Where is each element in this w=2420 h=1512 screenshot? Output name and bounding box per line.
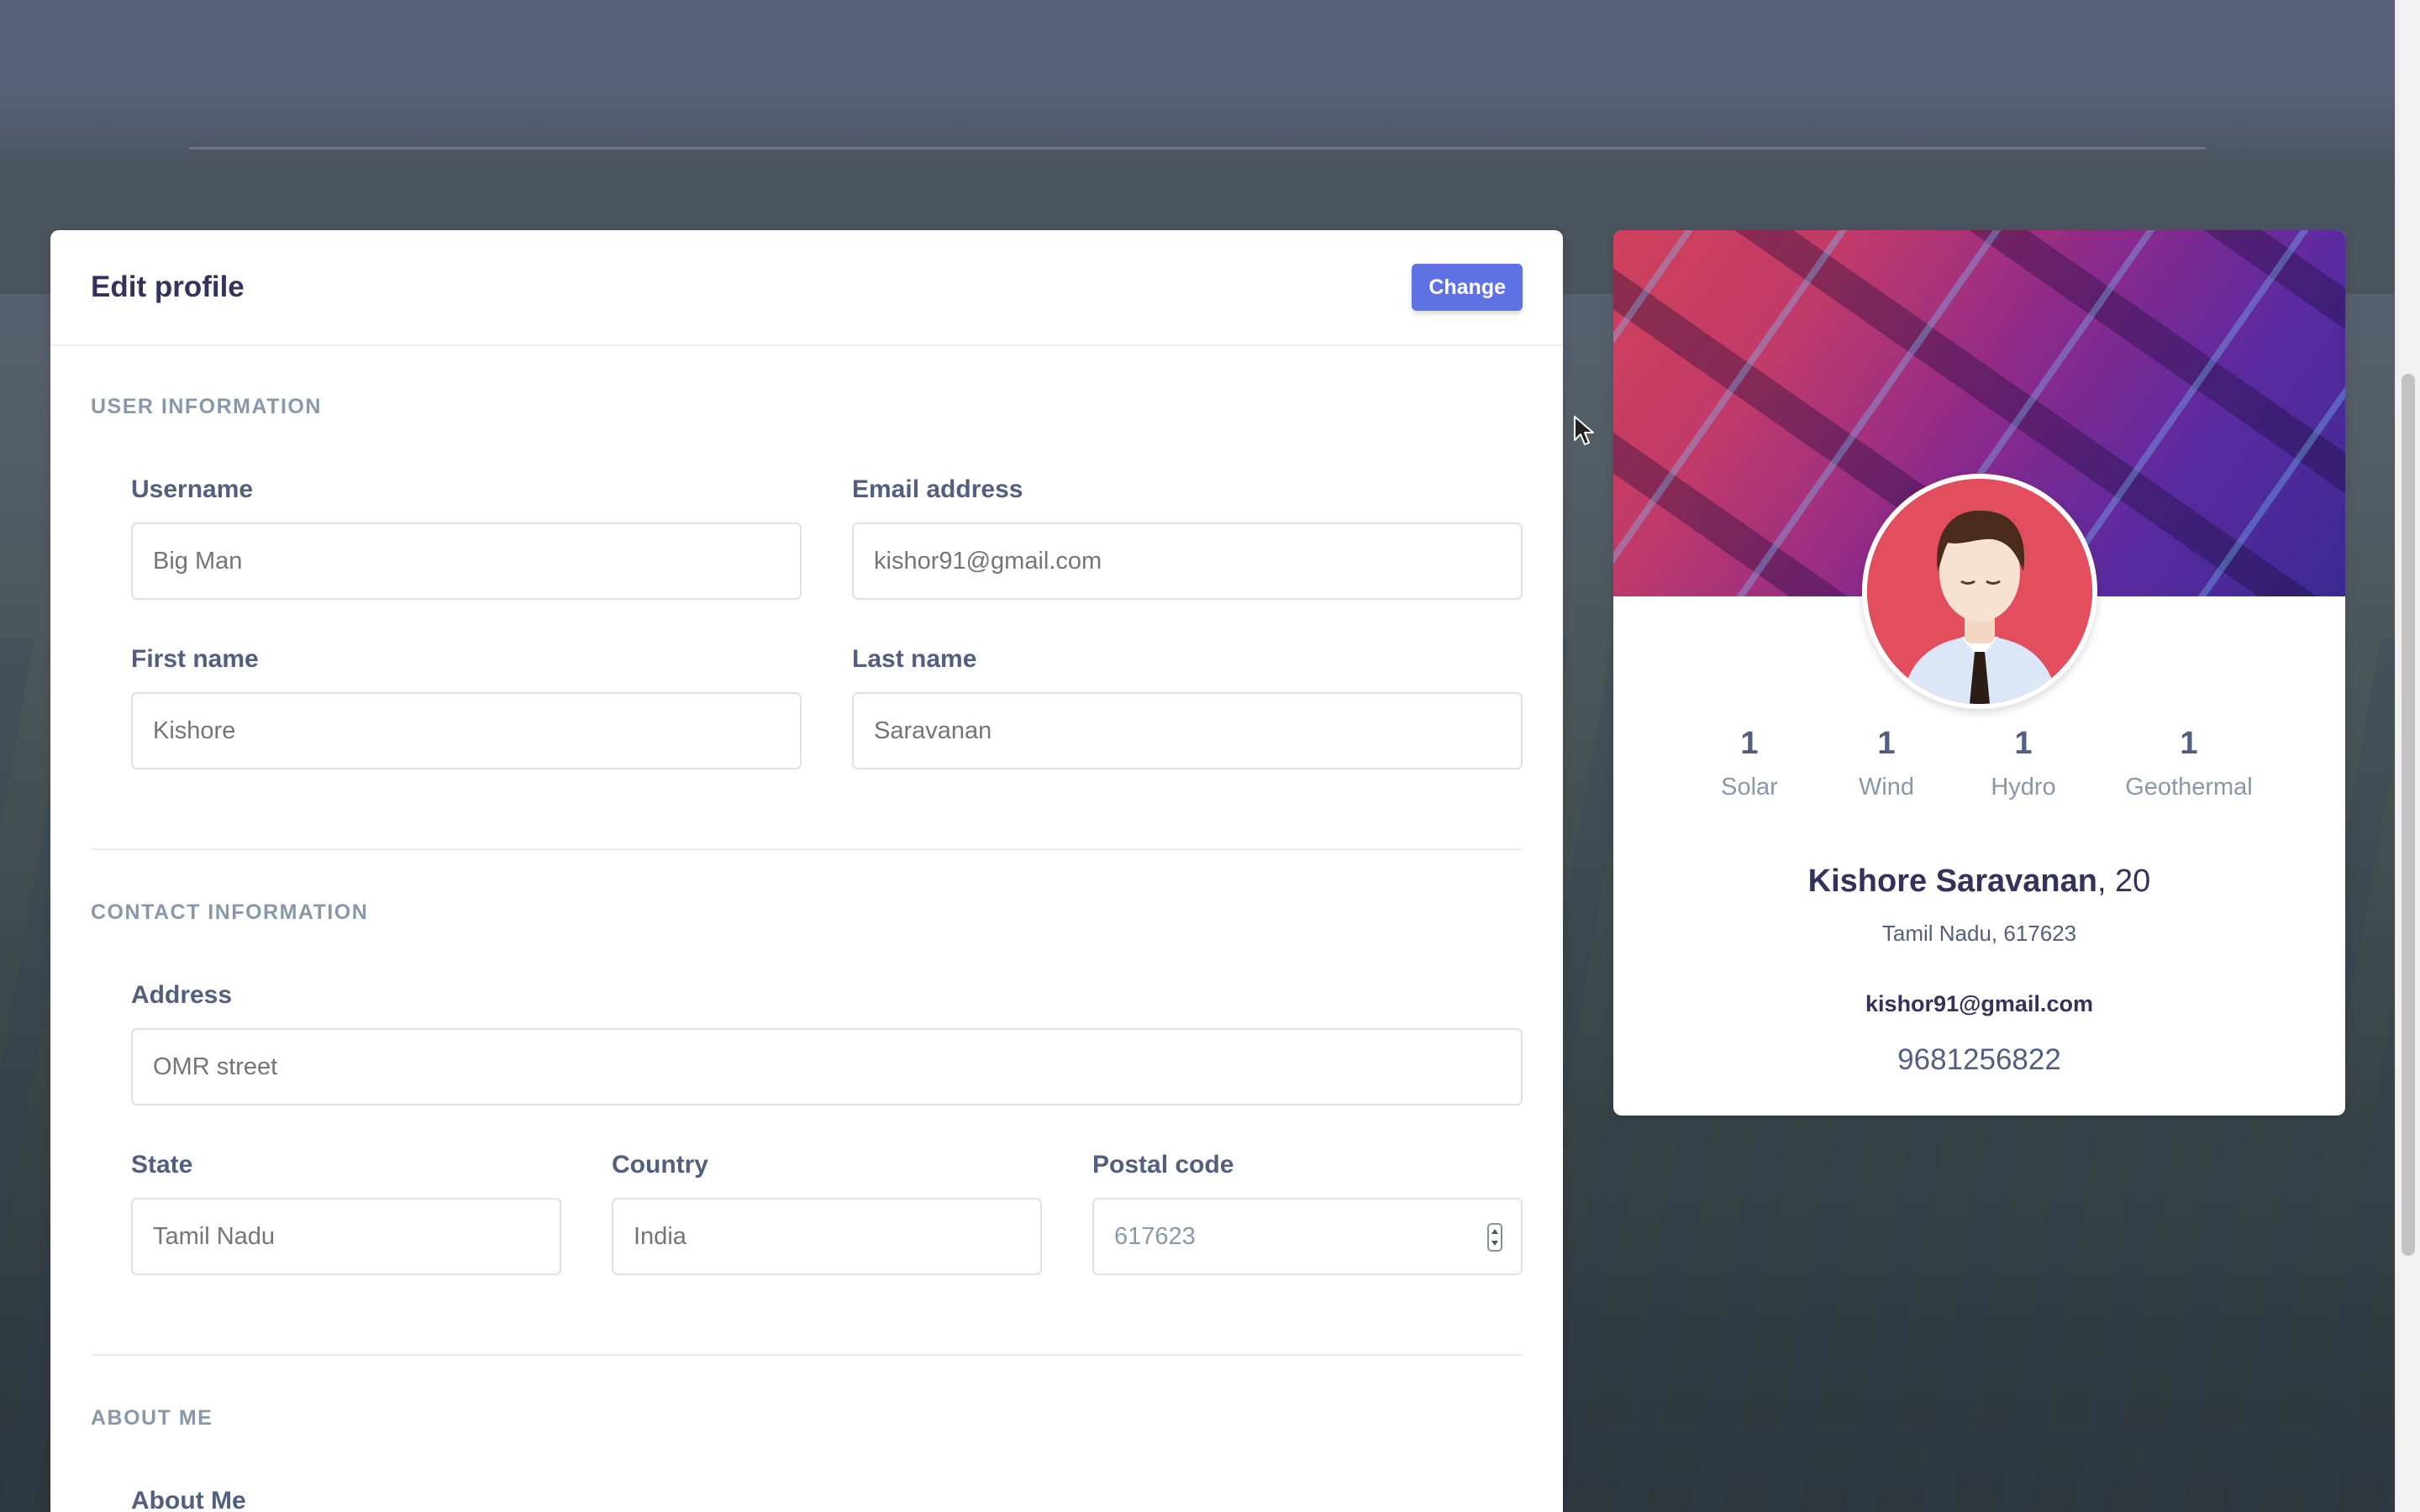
person-avatar-icon <box>1867 479 2092 704</box>
number-spinner-icon[interactable] <box>1487 1223 1502 1252</box>
address-input[interactable] <box>131 1028 1523 1105</box>
page-scrollbar[interactable] <box>2395 0 2420 1512</box>
about-me-label: About Me <box>131 1487 246 1512</box>
postal-code-placeholder: 617623 <box>1114 1223 1196 1250</box>
email-input[interactable] <box>852 522 1523 600</box>
username-label: Username <box>131 475 254 503</box>
email-label: Email address <box>852 475 1023 503</box>
section-heading-contact-information: Contact information <box>91 900 369 924</box>
edit-profile-card: Edit profile Change User information Use… <box>50 230 1563 1512</box>
first-name-input[interactable] <box>131 692 802 769</box>
section-divider <box>91 848 1523 850</box>
profile-email: kishor91@gmail.com <box>1865 991 2093 1016</box>
section-heading-about-me: About me <box>91 1406 213 1430</box>
state-label: State <box>131 1151 193 1179</box>
username-input[interactable] <box>131 522 802 600</box>
card-title: Edit profile <box>91 270 245 303</box>
country-label: Country <box>612 1151 708 1179</box>
avatar[interactable] <box>1862 474 2097 709</box>
profile-location: Tamil Nadu, 617623 <box>1881 921 2077 946</box>
stat-value: 1 <box>2180 726 2198 761</box>
postal-code-label: Postal code <box>1092 1151 1234 1179</box>
profile-name: Kishore Saravanan, 20 <box>1613 864 2345 900</box>
profile-card: 1 Solar 1 Wind 1 Hydro 1 Geothermal Kish… <box>1613 230 2345 1116</box>
profile-phone: 9681256822 <box>1897 1043 2061 1076</box>
postal-code-input[interactable]: 617623 <box>1092 1198 1523 1275</box>
stat-hydro: 1 Hydro <box>1939 726 2107 801</box>
stat-geothermal: 1 Geothermal <box>2105 726 2273 801</box>
section-heading-user-information: User information <box>91 395 322 418</box>
mouse-pointer-icon <box>1574 416 1594 445</box>
state-input[interactable] <box>131 1198 561 1275</box>
first-name-label: First name <box>131 645 259 673</box>
profile-full-name: Kishore Saravanan <box>1807 864 2097 899</box>
scrollbar-thumb[interactable] <box>2402 374 2415 1256</box>
address-label: Address <box>131 981 233 1009</box>
last-name-label: Last name <box>852 645 977 673</box>
section-divider <box>91 1354 1523 1356</box>
profile-age: , 20 <box>2096 864 2151 899</box>
stat-label: Hydro <box>1991 774 2056 801</box>
last-name-input[interactable] <box>852 692 1523 769</box>
country-input[interactable] <box>612 1198 1042 1275</box>
change-button[interactable]: Change <box>1412 264 1523 311</box>
stat-label: Geothermal <box>2125 774 2253 801</box>
background-divider <box>189 147 2206 150</box>
stat-value: 1 <box>2014 726 2033 761</box>
card-header: Edit profile Change <box>50 230 1563 346</box>
